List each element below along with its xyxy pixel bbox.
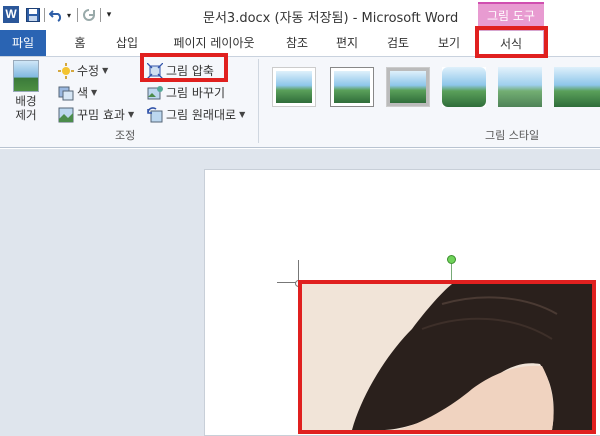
change-picture-button[interactable]: 그림 바꾸기 — [147, 83, 225, 102]
remove-background-icon — [13, 60, 39, 92]
qat-divider — [100, 8, 101, 22]
tab-insert[interactable]: 삽입 — [110, 30, 144, 56]
color-icon — [58, 85, 74, 101]
undo-icon[interactable] — [48, 7, 64, 23]
corrections-icon — [58, 62, 74, 79]
tab-home[interactable]: 홈 — [68, 30, 92, 56]
tab-view[interactable]: 보기 — [432, 30, 466, 56]
change-picture-label: 그림 바꾸기 — [166, 86, 226, 100]
word-app-icon[interactable]: W — [3, 6, 19, 23]
picture-style-thumbnail[interactable] — [498, 67, 542, 107]
picture-style-thumbnail[interactable] — [272, 67, 316, 107]
picture-style-thumbnail[interactable] — [330, 67, 374, 107]
remove-background-label: 배경 제거 — [15, 94, 37, 122]
highlight-compress-pictures — [140, 53, 228, 82]
color-button[interactable]: 색 ▼ — [58, 83, 97, 102]
highlight-format-tab — [475, 26, 548, 58]
ribbon-group-divider — [258, 59, 259, 143]
rotate-handle[interactable] — [447, 255, 456, 264]
tab-mailings[interactable]: 편지 — [330, 30, 364, 56]
picture-styles-group-label: 그림 스타일 — [485, 129, 540, 142]
save-icon[interactable] — [25, 7, 41, 23]
highlight-selected-picture — [298, 280, 596, 434]
qat-divider — [44, 8, 45, 22]
picture-tools-header: 그림 도구 — [478, 2, 544, 28]
artistic-effects-label: 꾸밈 효과 — [77, 108, 125, 122]
dropdown-arrow-icon: ▼ — [127, 110, 135, 119]
tab-file[interactable]: 파일 — [0, 30, 46, 56]
change-picture-icon — [147, 85, 163, 101]
dropdown-arrow-icon: ▼ — [91, 88, 98, 97]
artistic-effects-button[interactable]: 꾸밈 효과 ▼ — [58, 105, 134, 124]
corrections-button[interactable]: 수정 ▼ — [58, 61, 108, 80]
artistic-effects-icon — [58, 107, 74, 123]
customize-qat-icon[interactable]: ▾ — [104, 7, 114, 23]
reset-picture-button[interactable]: 그림 원래대로 ▼ — [147, 105, 245, 124]
quick-access-toolbar: ▾ ▾ — [25, 5, 114, 25]
picture-style-thumbnail[interactable] — [554, 67, 600, 107]
picture-styles-gallery — [262, 57, 600, 125]
tab-references[interactable]: 참조 — [280, 30, 314, 56]
qat-divider — [77, 8, 78, 22]
tab-review[interactable]: 검토 — [381, 30, 415, 56]
redo-icon[interactable] — [81, 7, 97, 23]
picture-style-thumbnail[interactable] — [442, 67, 486, 107]
reset-picture-icon — [147, 106, 163, 123]
ribbon: 배경 제거 수정 ▼ 색 ▼ 꾸밈 효과 ▼ 그림 압축 그림 바꾸기 그림 원… — [0, 56, 600, 148]
remove-background-button[interactable]: 배경 제거 — [8, 60, 44, 122]
dropdown-arrow-icon: ▼ — [102, 66, 109, 75]
dropdown-arrow-icon: ▼ — [239, 110, 246, 119]
corrections-label: 수정 — [77, 64, 100, 78]
document-title: 문서3.docx (자동 저장됨) - Microsoft Word — [203, 11, 459, 26]
picture-style-thumbnail[interactable] — [386, 67, 430, 107]
margin-corner-mark — [298, 260, 299, 282]
adjust-group-label: 조정 — [115, 129, 136, 142]
reset-picture-label: 그림 원래대로 — [166, 108, 237, 122]
undo-dropdown-icon[interactable]: ▾ — [64, 7, 74, 23]
color-label: 색 — [77, 86, 89, 100]
